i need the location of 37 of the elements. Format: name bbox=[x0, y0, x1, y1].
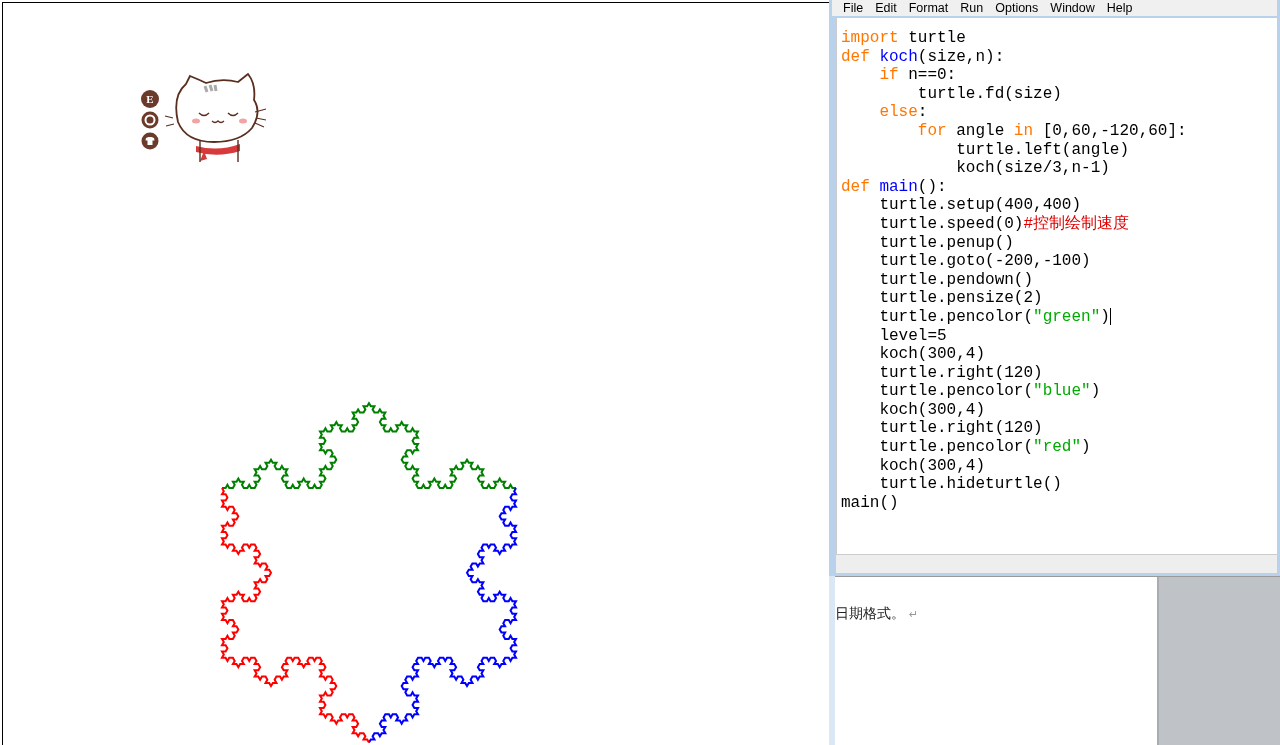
code-line: turtle.left(angle) bbox=[955, 140, 1131, 160]
code-line: turtle.fd(size) bbox=[917, 84, 1063, 104]
code-line: def main(): bbox=[841, 177, 948, 197]
ring-badge-icon bbox=[141, 111, 159, 129]
menu-item[interactable]: Format bbox=[908, 1, 961, 15]
code-line: turtle.pendown() bbox=[878, 270, 1035, 290]
code-line: turtle.right(120) bbox=[878, 419, 1044, 439]
code-line: turtle.penup() bbox=[878, 233, 1015, 253]
letter-badge: E bbox=[141, 90, 159, 108]
code-line: koch(300,4) bbox=[878, 400, 987, 420]
code-line: if n==0: bbox=[878, 66, 958, 85]
menu-item[interactable]: Help bbox=[1106, 1, 1145, 15]
code-line: koch(size/3,n-1) bbox=[955, 159, 1111, 178]
document-paragraph: 日期格式。 ↵ bbox=[835, 605, 920, 623]
code-line: koch(300,4) bbox=[878, 456, 987, 476]
code-line: turtle.right(120) bbox=[878, 363, 1044, 383]
code-line: turtle.pencolor("blue") bbox=[878, 382, 1102, 401]
code-line: level=5 bbox=[878, 326, 948, 346]
code-line: turtle.speed(0)#控制绘制速度 bbox=[878, 214, 1131, 234]
code-line: koch(300,4) bbox=[878, 345, 987, 364]
code-line: turtle.hideturtle() bbox=[878, 475, 1063, 494]
code-line: turtle.goto(-200,-100) bbox=[878, 252, 1092, 271]
code-line: for angle in [0,60,-120,60]: bbox=[916, 121, 1188, 141]
menu-item[interactable]: Run bbox=[960, 1, 996, 15]
code-line: turtle.pencolor("red") bbox=[878, 438, 1092, 457]
menu-item[interactable]: Edit bbox=[875, 1, 909, 15]
code-line: import turtle bbox=[841, 29, 967, 48]
code-line: else: bbox=[878, 103, 929, 122]
menu-item[interactable]: Window bbox=[1050, 1, 1107, 15]
code-line: main() bbox=[841, 493, 900, 513]
code-line: def koch(size,n): bbox=[841, 47, 1006, 67]
code-line: turtle.pensize(2) bbox=[878, 289, 1044, 308]
menu-item[interactable]: File bbox=[843, 1, 876, 15]
menu-item[interactable]: Options bbox=[995, 1, 1051, 15]
shirt-badge-icon bbox=[141, 132, 159, 150]
code-line: turtle.pencolor("green") bbox=[878, 307, 1112, 327]
code-line: turtle.setup(400,400) bbox=[878, 196, 1083, 215]
